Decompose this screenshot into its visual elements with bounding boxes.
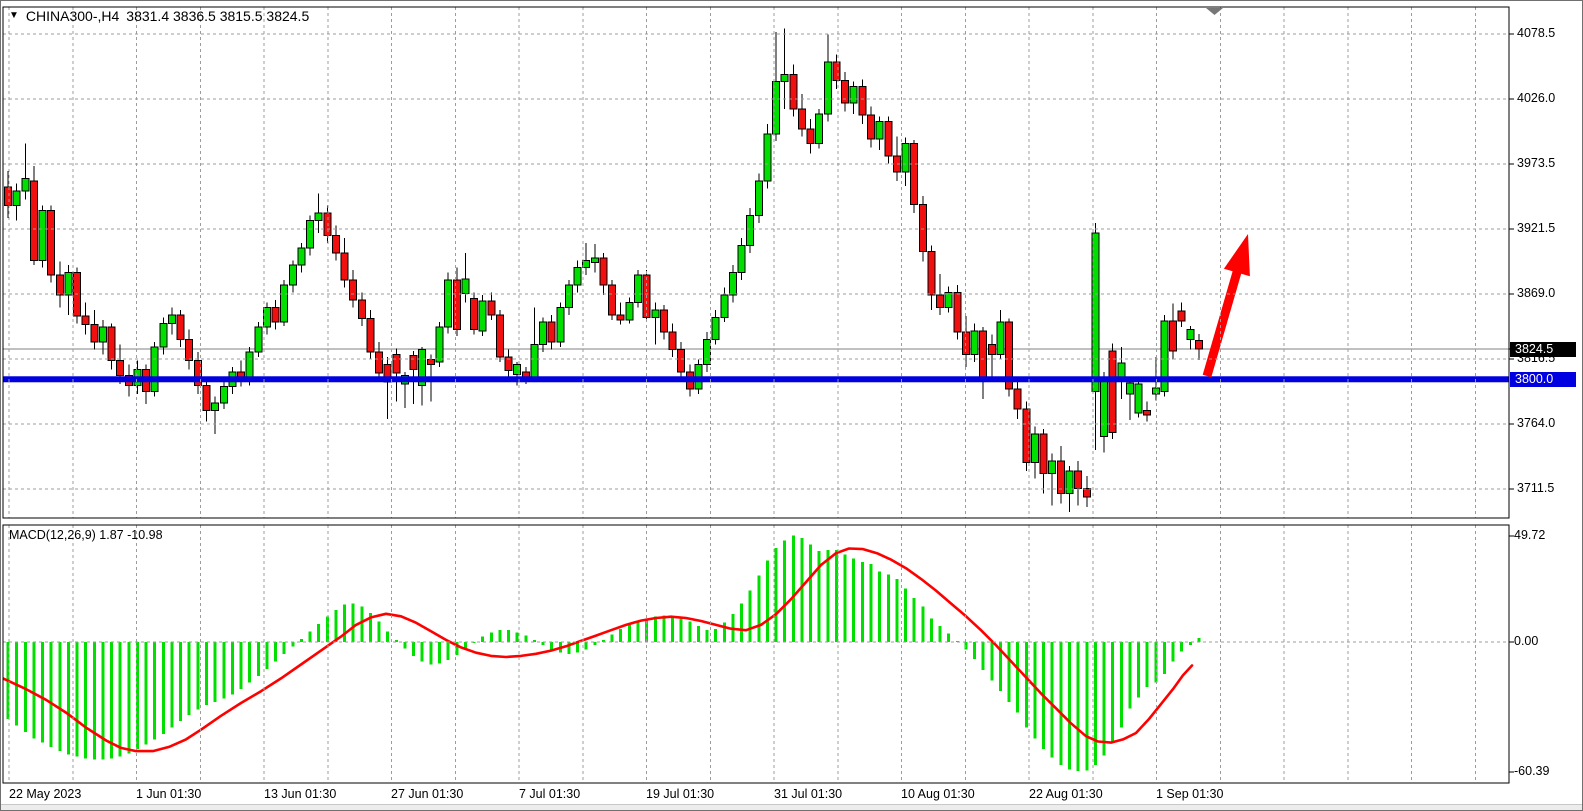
macd-panel[interactable]	[1, 536, 1200, 772]
candlestick-layer	[1, 28, 1202, 512]
time-axis-label: 22 May 2023	[9, 787, 81, 802]
last-price-badge: 3824.5	[1510, 342, 1576, 357]
support-line-price-badge: 3800.0	[1510, 372, 1576, 387]
trend-arrow[interactable]	[1203, 234, 1250, 377]
chart-title: ▼ CHINA300-,H4 3831.4 3836.5 3815.5 3824…	[9, 8, 309, 24]
main-chart-area[interactable]	[1, 28, 1509, 512]
time-axis-label: 1 Sep 01:30	[1156, 787, 1223, 802]
price-axis-label: 3973.5	[1517, 156, 1555, 171]
ohlc-values: 3831.4 3836.5 3815.5 3824.5	[126, 8, 309, 24]
time-axis-label: 22 Aug 01:30	[1029, 787, 1103, 802]
time-axis-label: 10 Aug 01:30	[901, 787, 975, 802]
price-axis-label: 3764.0	[1517, 416, 1555, 431]
time-axis-label: 31 Jul 01:30	[774, 787, 842, 802]
price-axis-label: 3869.0	[1517, 286, 1555, 301]
symbol-period-label: CHINA300-,H4	[26, 8, 119, 24]
grid-layer	[3, 7, 1509, 783]
time-axis-label: 27 Jun 01:30	[391, 787, 463, 802]
price-axis-label: 3921.5	[1517, 221, 1555, 236]
time-axis-label: 13 Jun 01:30	[264, 787, 336, 802]
macd-indicator-label: MACD(12,26,9) 1.87 -10.98	[9, 528, 163, 542]
support-line[interactable]	[3, 376, 1509, 382]
indicator-axis-label: -60.39	[1514, 764, 1549, 779]
time-axis-label: 1 Jun 01:30	[136, 787, 201, 802]
axis-ticks	[1509, 34, 1514, 772]
panel-borders	[3, 7, 1509, 783]
price-axis-label: 3711.5	[1517, 481, 1554, 496]
window-bottom-edge	[1, 804, 1583, 811]
time-axis-label: 19 Jul 01:30	[646, 787, 714, 802]
chart-canvas[interactable]	[1, 1, 1583, 811]
time-axis-label: 7 Jul 01:30	[519, 787, 580, 802]
price-axis-label: 4078.5	[1517, 26, 1555, 41]
symbol-triangle-down-icon: ▼	[9, 11, 19, 21]
chart-window: ▼ CHINA300-,H4 3831.4 3836.5 3815.5 3824…	[0, 0, 1583, 811]
indicator-axis-label: 49.72	[1514, 528, 1545, 543]
price-axis-label: 4026.0	[1517, 91, 1555, 106]
macd-histogram	[1, 536, 1200, 772]
indicator-axis-label: 0.00	[1514, 634, 1538, 649]
